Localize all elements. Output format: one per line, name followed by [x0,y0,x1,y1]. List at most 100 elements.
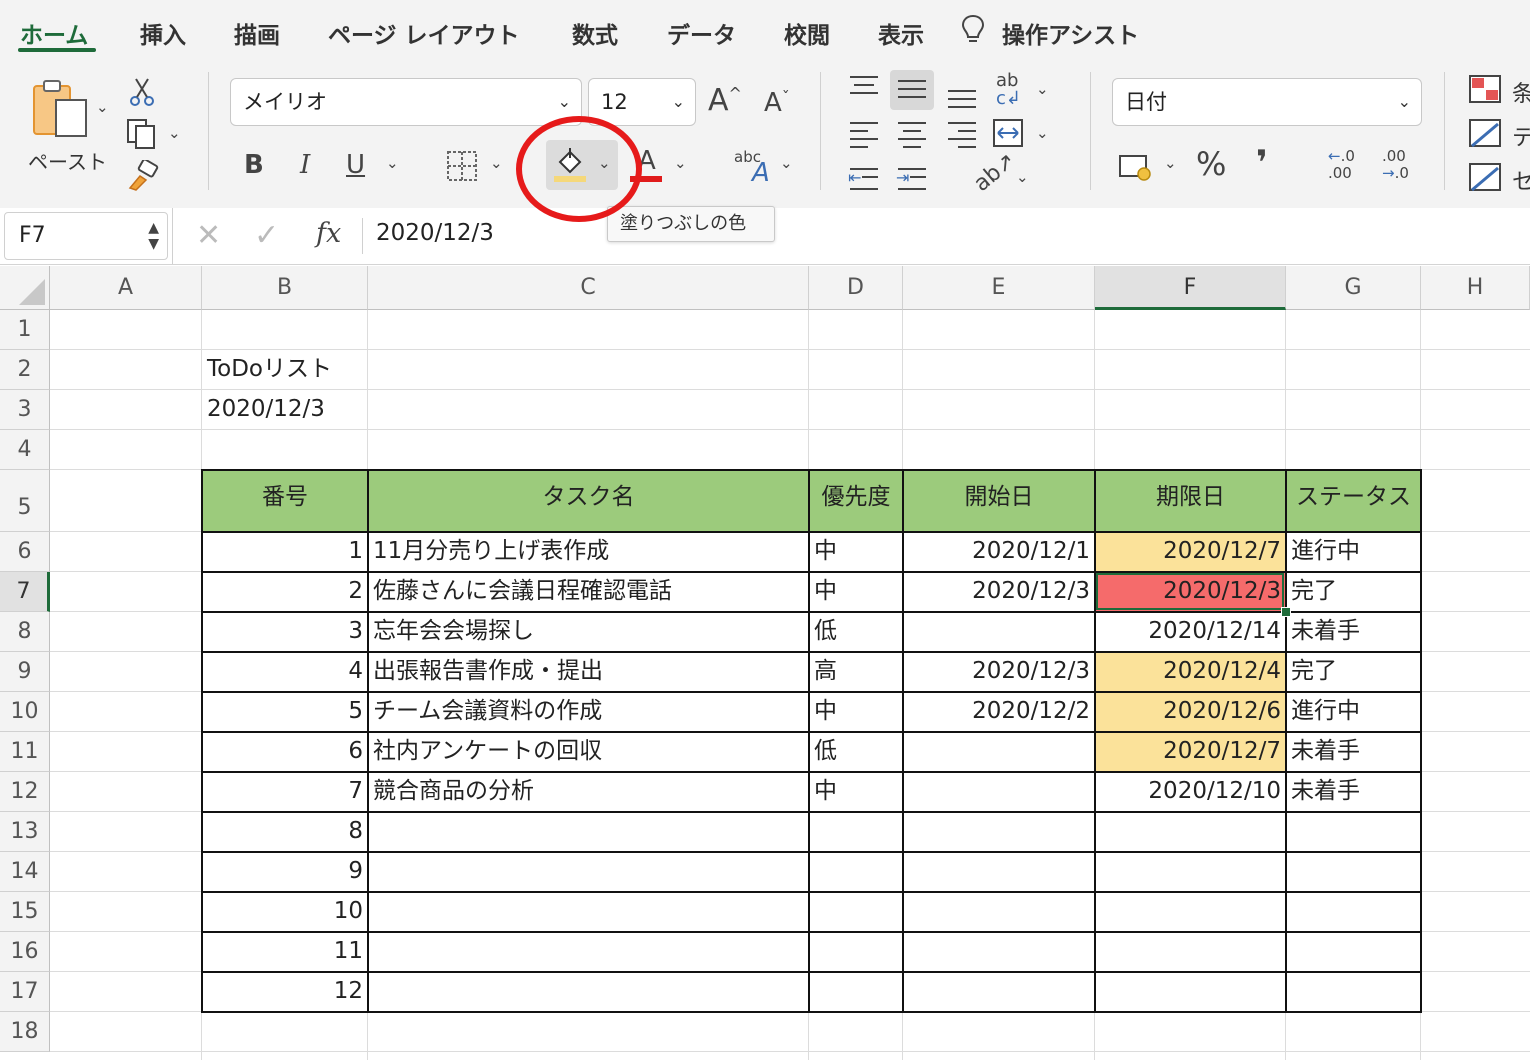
table-cell-priority[interactable]: 低 [809,612,903,652]
table-cell-task[interactable]: 出張報告書作成・提出 [368,652,809,692]
table-cell-start[interactable] [903,852,1095,892]
conditional-formatting-label[interactable]: 条 [1512,76,1530,108]
table-cell-priority[interactable] [809,932,903,972]
row-header-4[interactable]: 4 [0,430,50,470]
table-cell-start[interactable] [903,972,1095,1012]
table-cell-status[interactable]: 未着手 [1286,732,1421,772]
table-cell-task[interactable]: 社内アンケートの回収 [368,732,809,772]
table-cell-due[interactable]: 2020/12/6 [1095,692,1286,732]
table-cell-start[interactable] [903,612,1095,652]
table-cell-start[interactable] [903,932,1095,972]
table-cell-task[interactable]: 11月分売り上げ表作成 [368,532,809,572]
wrap-text-icon[interactable]: ab c↲ [996,72,1021,108]
align-right-button[interactable] [946,120,978,148]
italic-button[interactable]: I [300,152,310,178]
increase-indent-button[interactable]: ⇥ [896,166,928,192]
column-header-f[interactable]: F [1095,266,1286,310]
table-cell-due[interactable]: 2020/12/7 [1095,532,1286,572]
column-header-g[interactable]: G [1286,266,1421,310]
row-header-8[interactable]: 8 [0,612,50,652]
comma-style-button[interactable]: ❜ [1256,146,1268,180]
paste-icon[interactable] [30,78,92,140]
table-cell-start[interactable]: 2020/12/1 [903,532,1095,572]
table-cell-due[interactable] [1095,812,1286,852]
table-cell-no[interactable]: 8 [202,812,368,852]
cancel-icon[interactable]: ✕ [196,218,221,253]
row-header-15[interactable]: 15 [0,892,50,932]
row-header-7[interactable]: 7 [0,572,50,612]
row-header-17[interactable]: 17 [0,972,50,1012]
copy-icon[interactable] [126,118,160,150]
borders-icon[interactable] [446,150,478,182]
sheet-title[interactable]: ToDoリスト [202,350,462,390]
table-cell-due[interactable]: 2020/12/14 [1095,612,1286,652]
table-cell-status[interactable] [1286,932,1421,972]
table-cell-no[interactable]: 2 [202,572,368,612]
table-header-cell[interactable]: 期限日 [1095,470,1286,532]
table-cell-priority[interactable]: 中 [809,572,903,612]
table-cell-priority[interactable]: 中 [809,532,903,572]
table-cell-priority[interactable]: 低 [809,732,903,772]
decrease-indent-button[interactable]: ⇤ [848,166,880,192]
table-cell-status[interactable]: 進行中 [1286,692,1421,732]
tab-home[interactable]: ホーム [20,16,88,50]
row-header-3[interactable]: 3 [0,390,50,430]
row-header-11[interactable]: 11 [0,732,50,772]
number-format-dropdown[interactable]: 日付 ⌄ [1112,78,1422,126]
table-cell-status[interactable]: 未着手 [1286,612,1421,652]
insert-function-button[interactable]: fx [316,218,341,249]
table-cell-status[interactable]: 進行中 [1286,532,1421,572]
row-header-6[interactable]: 6 [0,532,50,572]
align-left-button[interactable] [848,120,880,148]
table-cell-status[interactable] [1286,892,1421,932]
table-header-cell[interactable]: 優先度 [809,470,903,532]
table-cell-task[interactable]: 佐藤さんに会議日程確認電話 [368,572,809,612]
table-cell-status[interactable]: 未着手 [1286,772,1421,812]
align-center-button[interactable] [896,120,928,148]
table-cell-status[interactable] [1286,812,1421,852]
table-cell-no[interactable]: 4 [202,652,368,692]
column-header-b[interactable]: B [202,266,368,310]
table-cell-due[interactable]: 2020/12/10 [1095,772,1286,812]
worksheet-grid[interactable]: A B C D E F G H 1 2 3 4 5 6 7 8 9 10 11 12 13 14 15 16 17 18 ToDoリ… [0,266,1530,1060]
tab-page-layout[interactable]: ページ レイアウト [328,16,520,50]
decrease-decimal-button[interactable]: .00 →.0 [1382,148,1409,182]
merge-cells-chevron[interactable]: ⌄ [1036,124,1049,142]
row-header-5[interactable]: 5 [0,470,50,532]
align-top-button[interactable] [848,74,880,100]
tab-formulas[interactable]: 数式 [572,16,618,50]
conditional-formatting-icon[interactable] [1468,74,1502,104]
bold-button[interactable]: B [244,152,264,178]
accounting-format-chevron[interactable]: ⌄ [1164,154,1177,172]
table-cell-no[interactable]: 10 [202,892,368,932]
format-as-table-icon[interactable] [1468,118,1502,148]
row-header-18[interactable]: 18 [0,1012,50,1052]
row-header-1[interactable]: 1 [0,310,50,350]
table-header-cell[interactable]: 開始日 [903,470,1095,532]
table-cell-due[interactable] [1095,892,1286,932]
font-color-chevron[interactable]: ⌄ [674,154,687,172]
table-cell-task[interactable]: チーム会議資料の作成 [368,692,809,732]
fill-handle[interactable] [1281,607,1291,617]
select-all-corner[interactable] [0,266,50,310]
sheet-date[interactable]: 2020/12/3 [202,390,402,430]
table-cell-due[interactable]: 2020/12/7 [1095,732,1286,772]
row-header-10[interactable]: 10 [0,692,50,732]
row-header-14[interactable]: 14 [0,852,50,892]
table-cell-no[interactable]: 7 [202,772,368,812]
align-bottom-button[interactable] [946,84,978,110]
merge-cells-icon[interactable] [992,118,1024,148]
paste-label[interactable]: ペースト [28,146,107,175]
orientation-icon[interactable]: ab↗ [969,148,1020,197]
table-cell-no[interactable]: 1 [202,532,368,572]
lightbulb-icon[interactable] [960,14,986,46]
table-cell-no[interactable]: 3 [202,612,368,652]
percent-style-button[interactable]: % [1196,148,1226,180]
table-cell-start[interactable] [903,772,1095,812]
table-cell-due[interactable] [1095,852,1286,892]
table-cell-task[interactable] [368,972,809,1012]
table-cell-due[interactable] [1095,932,1286,972]
table-cell-start[interactable] [903,812,1095,852]
phonetic-options-chevron[interactable]: ⌄ [780,154,793,172]
cell-styles-icon[interactable] [1468,162,1502,192]
